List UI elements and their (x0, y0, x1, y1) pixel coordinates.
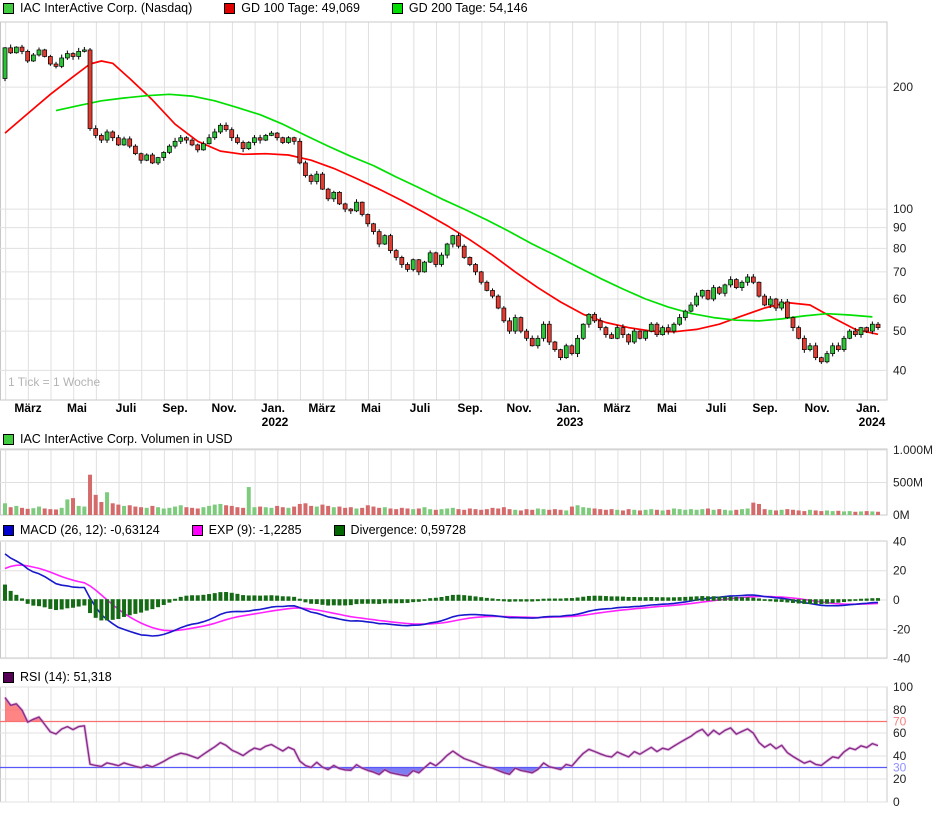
svg-text:20: 20 (893, 564, 907, 578)
gd200-swatch-icon (392, 3, 403, 14)
svg-text:Juli: Juli (116, 401, 137, 415)
svg-text:2023: 2023 (557, 415, 584, 429)
legend-item-rsi: RSI (14): 51,318 (3, 670, 112, 684)
svg-text:1.000M: 1.000M (893, 443, 933, 457)
svg-text:März: März (14, 401, 41, 415)
svg-text:40: 40 (893, 363, 907, 377)
volume-swatch-icon (3, 434, 14, 445)
price-panel-legend: IAC InterActive Corp. (Nasdaq) GD 100 Ta… (3, 1, 560, 15)
svg-text:0: 0 (893, 795, 900, 809)
svg-text:Nov.: Nov. (804, 401, 829, 415)
svg-text:0: 0 (893, 593, 900, 607)
svg-text:2024: 2024 (859, 415, 886, 429)
svg-text:100: 100 (893, 680, 913, 694)
instrument-label: IAC InterActive Corp. (Nasdaq) (20, 1, 192, 15)
svg-text:0M: 0M (893, 508, 910, 522)
divergence-swatch-icon (334, 525, 345, 536)
legend-item-exp: EXP (9): -1,2285 (192, 523, 302, 537)
exp-label: EXP (9): -1,2285 (209, 523, 302, 537)
chart-svg: 2001009080706050401.000M500M0M40200-20-4… (0, 0, 940, 814)
svg-text:Jan.: Jan. (556, 401, 580, 415)
svg-text:20: 20 (893, 772, 907, 786)
volume-label: IAC InterActive Corp. Volumen in USD (20, 432, 233, 446)
tick-interval-note: 1 Tick = 1 Woche (8, 375, 100, 389)
instrument-swatch-icon (3, 3, 14, 14)
svg-text:40: 40 (893, 534, 907, 548)
macd-panel-legend: MACD (26, 12): -0,63124 EXP (9): -1,2285… (3, 523, 498, 537)
divergence-label: Divergence: 0,59728 (351, 523, 466, 537)
svg-text:Sep.: Sep. (457, 401, 482, 415)
exp-swatch-icon (192, 525, 203, 536)
svg-text:-40: -40 (893, 652, 911, 666)
legend-item-instrument: IAC InterActive Corp. (Nasdaq) (3, 1, 192, 15)
macd-label: MACD (26, 12): -0,63124 (20, 523, 160, 537)
svg-text:-20: -20 (893, 622, 911, 636)
svg-text:50: 50 (893, 324, 907, 338)
svg-text:Jan.: Jan. (856, 401, 880, 415)
legend-item-gd200: GD 200 Tage: 54,146 (392, 1, 528, 15)
svg-text:Juli: Juli (410, 401, 431, 415)
svg-text:500M: 500M (893, 476, 923, 490)
svg-text:Nov.: Nov. (211, 401, 236, 415)
gd100-label: GD 100 Tage: 49,069 (241, 1, 360, 15)
svg-text:80: 80 (893, 241, 907, 255)
volume-panel-legend: IAC InterActive Corp. Volumen in USD (3, 432, 265, 446)
svg-text:März: März (308, 401, 335, 415)
gd200-label: GD 200 Tage: 54,146 (409, 1, 528, 15)
svg-text:100: 100 (893, 202, 913, 216)
macd-swatch-icon (3, 525, 14, 536)
svg-text:Jan.: Jan. (261, 401, 285, 415)
stock-chart-page: { "header": { "series": [ {"label": "IAC… (0, 0, 940, 814)
svg-text:Juli: Juli (706, 401, 727, 415)
legend-item-divergence: Divergence: 0,59728 (334, 523, 466, 537)
svg-text:60: 60 (893, 726, 907, 740)
svg-text:70: 70 (893, 265, 907, 279)
svg-text:200: 200 (893, 80, 913, 94)
svg-text:60: 60 (893, 292, 907, 306)
svg-text:März: März (603, 401, 630, 415)
svg-text:90: 90 (893, 221, 907, 235)
legend-item-gd100: GD 100 Tage: 49,069 (224, 1, 360, 15)
svg-text:Mai: Mai (657, 401, 677, 415)
svg-text:2022: 2022 (262, 415, 289, 429)
rsi-panel-legend: RSI (14): 51,318 (3, 670, 144, 684)
rsi-label: RSI (14): 51,318 (20, 670, 112, 684)
legend-item-volume: IAC InterActive Corp. Volumen in USD (3, 432, 233, 446)
gd100-swatch-icon (224, 3, 235, 14)
svg-text:Mai: Mai (361, 401, 381, 415)
svg-text:Nov.: Nov. (506, 401, 531, 415)
svg-text:Mai: Mai (67, 401, 87, 415)
svg-text:Sep.: Sep. (162, 401, 187, 415)
rsi-swatch-icon (3, 672, 14, 683)
legend-item-macd: MACD (26, 12): -0,63124 (3, 523, 160, 537)
svg-text:Sep.: Sep. (752, 401, 777, 415)
